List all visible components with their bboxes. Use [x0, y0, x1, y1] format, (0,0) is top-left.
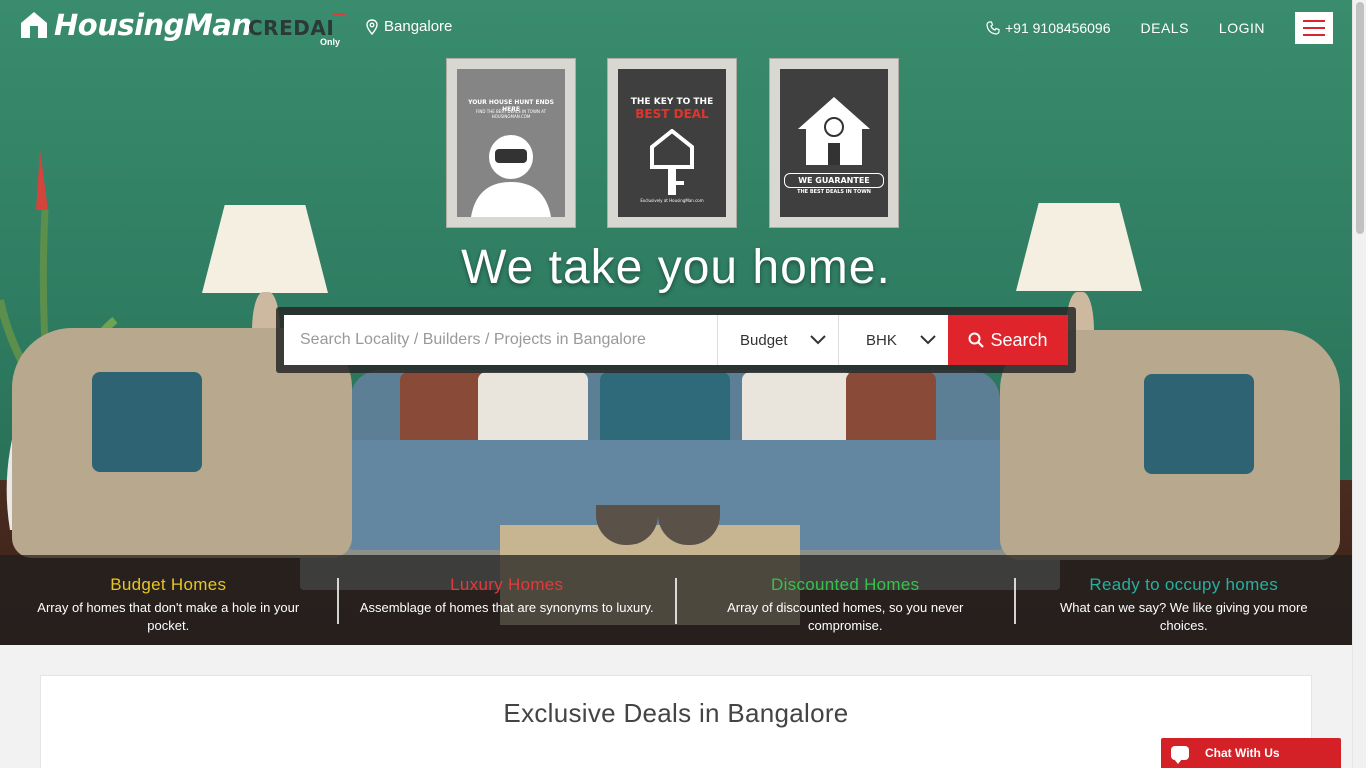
- category-desc: Assemblage of homes that are synonyms to…: [359, 600, 654, 615]
- exclusive-deals-section: Exclusive Deals in Bangalore: [40, 675, 1312, 768]
- poster-frame: WE GUARANTEE THE BEST DEALS IN TOWN: [769, 58, 899, 228]
- menu-bar: [1303, 27, 1325, 29]
- search-bar: Budget BHK Search: [276, 307, 1076, 373]
- category-discounted-homes[interactable]: Discounted Homes Array of discounted hom…: [677, 575, 1016, 633]
- chevron-down-icon: [810, 335, 826, 345]
- login-link[interactable]: LOGIN: [1219, 20, 1265, 36]
- deals-link[interactable]: DEALS: [1141, 20, 1189, 36]
- poster: WE GUARANTEE THE BEST DEALS IN TOWN: [780, 69, 888, 217]
- category-ready-to-occupy[interactable]: Ready to occupy homes What can we say? W…: [1016, 575, 1353, 633]
- search-input[interactable]: [284, 315, 717, 365]
- budget-dropdown[interactable]: Budget: [717, 315, 838, 365]
- binoculars-man-icon: [471, 135, 551, 217]
- cushion: [846, 372, 936, 447]
- menu-bar: [1303, 20, 1325, 22]
- house-logo-icon: [21, 12, 47, 38]
- poster-text: FIND THE BEST DEALS IN TOWN AT HOUSINGMA…: [475, 109, 547, 119]
- search-icon: [968, 332, 985, 348]
- page-scrollbar[interactable]: [1352, 0, 1366, 768]
- category-desc: What can we say? We like giving you more…: [1059, 600, 1308, 633]
- nav-right: +91 9108456096 DEALS LOGIN: [986, 0, 1352, 56]
- search-button-label: Search: [990, 329, 1048, 350]
- cushion: [600, 372, 730, 447]
- phone-icon: [986, 21, 1000, 35]
- hero-banner: YOUR HOUSE HUNT ENDS HERE FIND THE BEST …: [0, 0, 1352, 645]
- category-title: Ready to occupy homes: [1089, 575, 1279, 594]
- category-desc: Array of discounted homes, so you never …: [727, 600, 964, 633]
- poster-frame: YOUR HOUSE HUNT ENDS HERE FIND THE BEST …: [446, 58, 576, 228]
- chat-bubble-icon: [1171, 746, 1189, 764]
- phone-link[interactable]: +91 9108456096: [986, 20, 1111, 36]
- brand-logo[interactable]: HousingMan: [20, 8, 252, 42]
- cushion: [742, 372, 852, 447]
- category-strip: Budget Homes Array of homes that don't m…: [0, 555, 1352, 645]
- top-navbar: HousingMan CREDAI Only Bangalore +91 910…: [0, 0, 1352, 56]
- category-budget-homes[interactable]: Budget Homes Array of homes that don't m…: [0, 575, 339, 633]
- category-title: Luxury Homes: [450, 575, 564, 594]
- house-icon: [798, 97, 870, 165]
- location-selector[interactable]: Bangalore: [366, 18, 452, 35]
- category-title: Budget Homes: [110, 575, 227, 594]
- poster-text: THE BEST DEALS IN TOWN: [797, 189, 871, 195]
- cushion: [400, 372, 490, 447]
- key-icon: [650, 129, 694, 195]
- category-luxury-homes[interactable]: Luxury Homes Assemblage of homes that ar…: [339, 575, 677, 624]
- location-label: Bangalore: [384, 18, 453, 35]
- chat-widget-button[interactable]: Chat With Us: [1161, 738, 1341, 768]
- category-desc: Array of homes that don't make a hole in…: [37, 600, 300, 633]
- credai-logo: CREDAI Only: [248, 13, 347, 47]
- credai-only: Only: [320, 37, 341, 47]
- poster-frame: THE KEY TO THE BEST DEAL Exclusively at …: [607, 58, 737, 228]
- poster-text: WE GUARANTEE: [784, 173, 884, 188]
- credai-arc: [331, 13, 347, 21]
- location-pin-icon: [366, 18, 378, 35]
- brand-name: HousingMan: [54, 8, 252, 42]
- budget-label: Budget: [740, 331, 788, 349]
- search-button[interactable]: Search: [948, 315, 1068, 365]
- poster-text: Exclusively at HousingMan.com: [640, 198, 704, 203]
- phone-number: +91 9108456096: [1005, 20, 1111, 36]
- cushion: [478, 372, 588, 447]
- cushion: [92, 372, 202, 472]
- chevron-down-icon: [920, 335, 936, 345]
- deals-title: Exclusive Deals in Bangalore: [503, 698, 849, 728]
- hamburger-menu-button[interactable]: [1295, 12, 1333, 44]
- bhk-dropdown[interactable]: BHK: [838, 315, 948, 365]
- hero-headline: We take you home.: [461, 241, 891, 294]
- bhk-label: BHK: [866, 331, 897, 349]
- poster-text: BEST DEAL: [635, 107, 709, 121]
- category-title: Discounted Homes: [771, 575, 920, 594]
- poster: THE KEY TO THE BEST DEAL Exclusively at …: [618, 69, 726, 217]
- poster: YOUR HOUSE HUNT ENDS HERE FIND THE BEST …: [457, 69, 565, 217]
- cushion: [1144, 374, 1254, 474]
- chat-label: Chat With Us: [1205, 746, 1280, 760]
- scrollbar-thumb[interactable]: [1356, 2, 1364, 234]
- menu-bar: [1303, 34, 1325, 36]
- poster-text: THE KEY TO THE: [630, 97, 714, 107]
